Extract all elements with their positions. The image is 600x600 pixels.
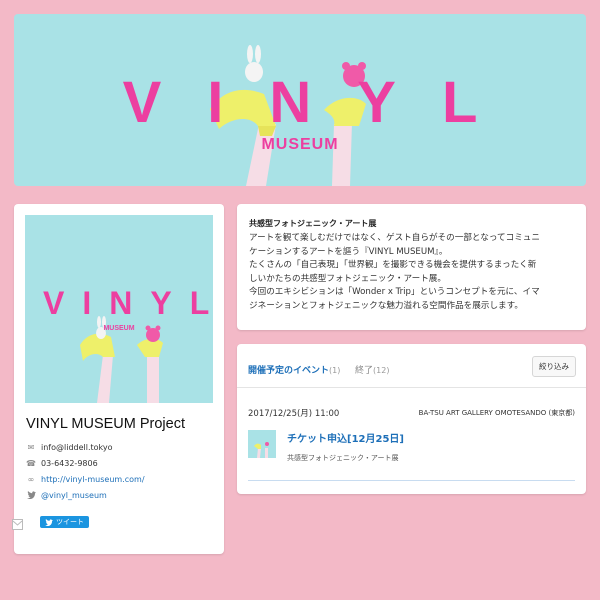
about-line: ジネーションとフォトジェニックな魅力溢れる空間作品を展示します。 (249, 300, 523, 311)
event-venue: BA-TSU ART GALLERY OMOTESANDO (東京都) (418, 409, 575, 417)
profile-image: VINYL MUSEUM (25, 215, 213, 403)
about-line: 今回のエキシビションは「Wonder x Trip」というコンセプトを元に、イマ (249, 287, 540, 297)
profile-name: VINYL MUSEUM Project (26, 416, 185, 432)
about-line: アートを観て楽しむだけではなく、ゲスト自らがその一部となってコミュニ (249, 233, 540, 243)
event-title-link[interactable]: チケット申込[12月25日] (287, 430, 404, 445)
profile-image-subtitle: MUSEUM (103, 325, 135, 332)
tab-ended-count: (12) (373, 366, 390, 375)
contact-email-row: ✉ info@liddell.tokyo (26, 442, 113, 452)
about-card: 共感型フォトジェニック・アート展 アートを観て楽しむだけではなく、ゲスト自らがそ… (237, 204, 586, 330)
twitter-link[interactable]: @vinyl_museum (41, 491, 107, 500)
contact-phone-row: ☎ 03-6432-9806 (26, 458, 98, 468)
contact-email: info@liddell.tokyo (41, 442, 113, 452)
website-link[interactable]: http://vinyl-museum.com/ (41, 475, 145, 484)
profile-card: VINYL MUSEUM VINYL MUSEUM Project ✉ info… (14, 204, 224, 554)
tweet-bird-icon (45, 518, 53, 526)
tab-ended[interactable]: 終了(12) (355, 363, 389, 376)
tweet-label: ツイート (56, 519, 84, 526)
tab-upcoming[interactable]: 開催予定のイベント(1) (248, 363, 340, 376)
banner-logo: VINYL (122, 70, 524, 135)
contact-website-row: ∞ http://vinyl-museum.com/ (26, 474, 145, 484)
tab-upcoming-label: 開催予定のイベント (248, 366, 330, 376)
profile-image-logo: VINYL (43, 285, 213, 321)
about-heading: 共感型フォトジェニック・アート展 (249, 219, 377, 228)
event-description: 共感型フォトジェニック・アート展 (287, 454, 399, 462)
about-line: しいかたちの共感型フォトジェニック・アート展。 (249, 273, 446, 284)
tab-upcoming-count: (1) (329, 366, 341, 375)
about-line: たくさんの「自己表現」「世界観」を撮影できる機会を提供するまったく新 (249, 260, 537, 270)
about-text: アートを観て楽しむだけではなく、ゲスト自らがその一部となってコミュニ ケーション… (249, 232, 574, 313)
share-mail-icon[interactable] (12, 515, 23, 534)
contact-phone: 03-6432-9806 (41, 458, 98, 468)
divider (248, 480, 575, 481)
events-card: 開催予定のイベント(1) 終了(12) 絞り込み 2017/12/25(月) 1… (237, 344, 586, 494)
event-date: 2017/12/25(月) 11:00 (248, 409, 340, 419)
event-tabs: 開催予定のイベント(1) 終了(12) 絞り込み (237, 344, 586, 388)
banner-subtitle: MUSEUM (261, 136, 339, 153)
tweet-button[interactable]: ツイート (40, 516, 89, 528)
event-thumbnail[interactable] (248, 430, 276, 458)
filter-button[interactable]: 絞り込み (532, 356, 576, 377)
contact-twitter-row: @vinyl_museum (26, 490, 107, 500)
link-icon: ∞ (27, 474, 35, 484)
phone-icon: ☎ (26, 458, 36, 468)
twitter-icon (26, 490, 36, 500)
about-line: ケーションするアートを謳う『VINYL MUSEUM』。 (249, 246, 448, 257)
header-banner: VINYL MUSEUM (14, 14, 586, 186)
tab-ended-label: 終了 (355, 366, 374, 376)
mail-icon: ✉ (27, 442, 35, 452)
